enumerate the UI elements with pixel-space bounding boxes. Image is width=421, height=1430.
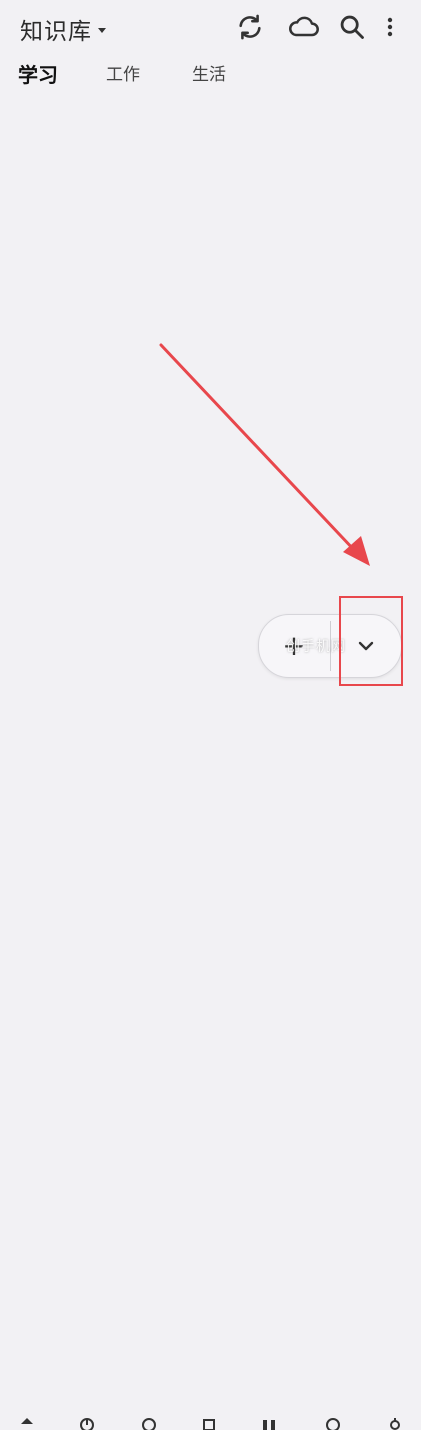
top-app-bar: 知识库: [0, 0, 421, 56]
settings-icon[interactable]: [388, 1416, 402, 1430]
cloud-icon[interactable]: [288, 13, 320, 41]
caret-down-icon: [98, 27, 106, 33]
search-circle-icon[interactable]: [326, 1416, 340, 1430]
app-title: 知识库: [20, 19, 92, 45]
annotation-highlight-box: [339, 596, 403, 686]
watermark-text: 创手机网: [286, 639, 346, 655]
home-icon[interactable]: [20, 1416, 34, 1430]
compass-icon[interactable]: [142, 1416, 156, 1430]
chart-icon[interactable]: [80, 1416, 94, 1430]
sync-icon[interactable]: [236, 13, 264, 41]
tab-study[interactable]: 学习: [18, 59, 58, 88]
tab-life[interactable]: 生活: [192, 60, 226, 85]
more-vertical-icon[interactable]: [378, 13, 402, 41]
clipboard-icon[interactable]: [202, 1416, 216, 1430]
search-icon[interactable]: [338, 13, 366, 41]
tab-work[interactable]: 工作: [106, 60, 140, 85]
category-tabs: 学习 工作 生活: [0, 60, 421, 92]
knowledge-base-switcher[interactable]: 知识库: [20, 12, 106, 46]
bottom-navigation: [0, 706, 421, 1430]
grid-icon[interactable]: [262, 1416, 276, 1430]
